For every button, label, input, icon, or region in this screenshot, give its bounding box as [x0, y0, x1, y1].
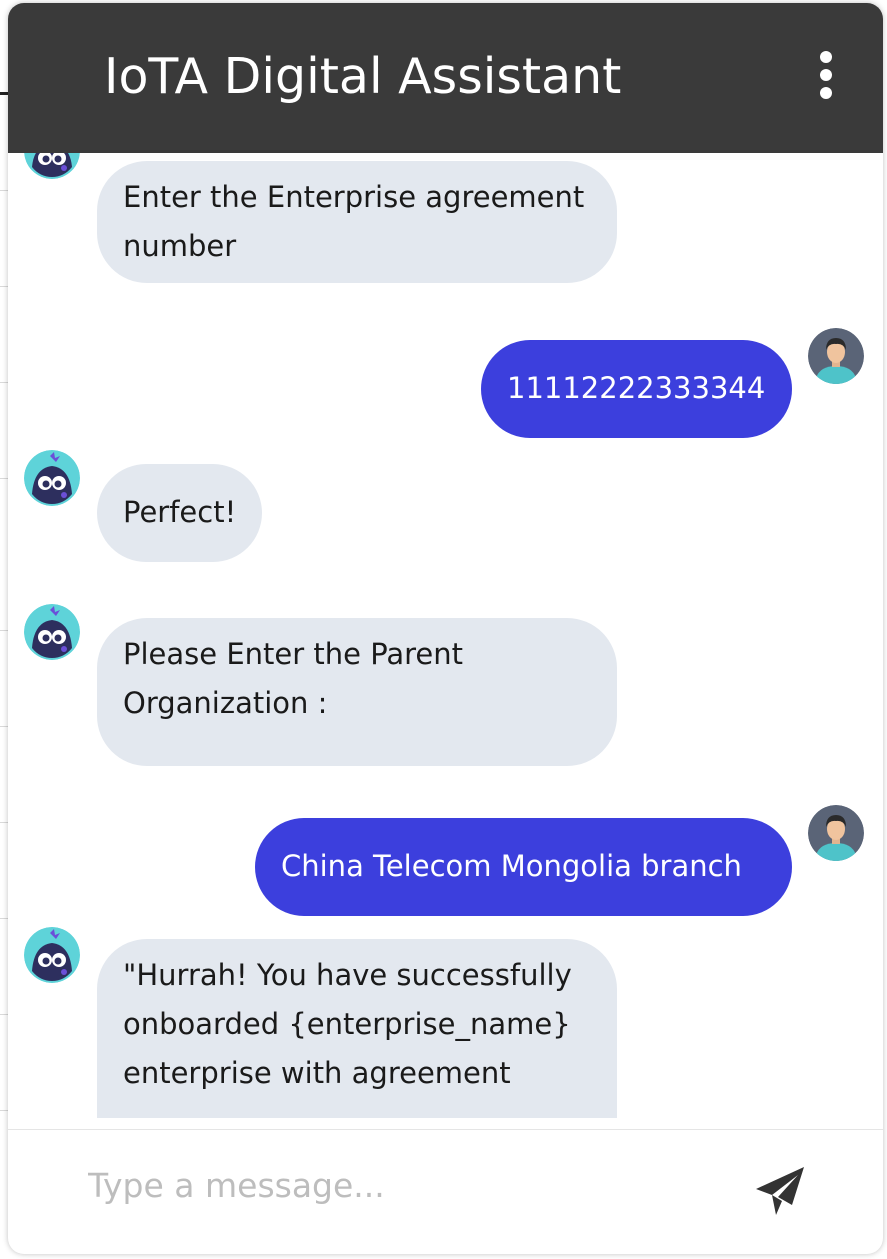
user-message-bubble: China Telecom Mongolia branch — [255, 818, 792, 916]
message-list[interactable]: Enter the Enterprise agreement number 11… — [8, 153, 883, 1118]
bot-avatar — [24, 927, 80, 983]
send-icon[interactable] — [752, 1163, 808, 1219]
user-avatar — [808, 328, 864, 384]
bot-avatar — [24, 153, 80, 179]
more-vertical-icon[interactable] — [812, 51, 840, 99]
user-message-bubble: 11112222333344 — [481, 340, 792, 438]
bot-message-bubble: Enter the Enterprise agreement number — [97, 161, 617, 283]
bot-avatar — [24, 604, 80, 660]
chat-header: IoTA Digital Assistant — [8, 3, 883, 153]
composer-divider — [8, 1129, 883, 1130]
bot-message-bubble: Perfect! — [97, 464, 263, 562]
bot-avatar — [24, 450, 80, 506]
bot-message-bubble: Please Enter the Parent Organization : — [97, 618, 617, 766]
bot-message-bubble: "Hurrah! You have successfully onboarded… — [97, 939, 617, 1118]
chat-widget: IoTA Digital Assistant Enter the Enterpr… — [8, 3, 883, 1254]
user-avatar — [808, 805, 864, 861]
chat-title: IoTA Digital Assistant — [104, 48, 622, 105]
message-input[interactable] — [88, 1155, 728, 1215]
